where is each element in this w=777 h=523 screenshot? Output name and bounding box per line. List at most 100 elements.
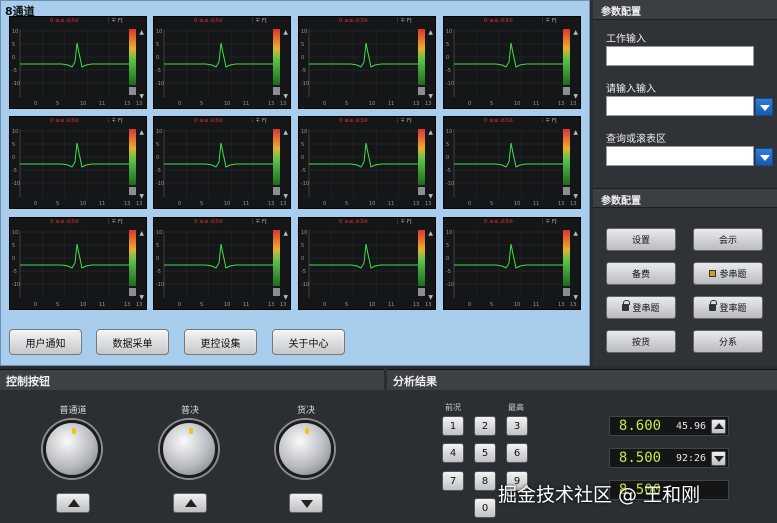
svg-text:-5: -5 <box>156 168 161 174</box>
scope-channel-4: 10 5 0 -5 -10 0 5 10 11 13 13 0 ≥≤.⊘3⊘ ⋮∓ F⁅ ▲ ▼ <box>443 16 581 109</box>
enter-input-label: 请输入输入 <box>606 84 656 95</box>
level-meter <box>418 129 425 185</box>
scope-status: 0 ≥≤.⊘3⊘ <box>194 18 223 24</box>
scroll-down-icon[interactable]: ▼ <box>428 93 433 100</box>
svg-text:0: 0 <box>468 101 471 107</box>
svg-text:0: 0 <box>34 302 37 308</box>
scope-channel-6: 10 5 0 -5 -10 0 5 10 11 13 13 0 ≥≤.⊘3⊘ ⋮∓ F⁅ ▲ ▼ <box>153 116 291 209</box>
config-header-2: 参数配置 <box>593 188 777 208</box>
svg-text:0: 0 <box>301 55 304 61</box>
scroll-up-icon[interactable]: ▲ <box>428 129 433 136</box>
knob-3-down-button[interactable] <box>289 493 323 513</box>
scope-status-right: ⋮∓ F⁅ <box>250 118 268 124</box>
scroll-down-icon[interactable]: ▼ <box>283 294 288 301</box>
scroll-up-icon[interactable]: ▲ <box>573 129 578 136</box>
key-4[interactable]: 4 <box>442 443 464 463</box>
scope-channel-8: 10 5 0 -5 -10 0 5 10 11 13 13 0 ≥≤.⊘3⊘ ⋮∓ F⁅ ▲ ▼ <box>443 116 581 209</box>
config-button-backup[interactable]: 备费 <box>606 262 676 285</box>
svg-text:13: 13 <box>425 302 431 308</box>
scroll-down-icon[interactable]: ▼ <box>283 193 288 200</box>
scroll-up-icon[interactable]: ▲ <box>139 129 144 136</box>
scroll-up-icon[interactable]: ▲ <box>283 230 288 237</box>
key-1[interactable]: 1 <box>442 416 464 436</box>
svg-text:11: 11 <box>388 201 394 207</box>
scroll-up-icon[interactable]: ▲ <box>428 230 433 237</box>
scroll-down-icon[interactable]: ▼ <box>428 193 433 200</box>
key-5[interactable]: 5 <box>474 443 496 463</box>
svg-text:10: 10 <box>156 230 162 236</box>
config-button-series[interactable]: 参串题 <box>693 262 763 285</box>
data-sample-button[interactable]: 数据采单 <box>96 329 169 355</box>
chevron-down-icon[interactable] <box>755 98 773 116</box>
scroll-up-icon[interactable]: ▲ <box>283 129 288 136</box>
scroll-down-icon[interactable]: ▼ <box>428 294 433 301</box>
knob-1[interactable] <box>43 420 101 478</box>
scroll-up-icon[interactable]: ▲ <box>283 29 288 36</box>
control-panel: 控制按钮 普通道 普决 货决 <box>0 369 384 523</box>
key-0[interactable]: 0 <box>474 498 496 518</box>
svg-text:11: 11 <box>99 302 105 308</box>
svg-text:13: 13 <box>268 302 274 308</box>
key-6[interactable]: 6 <box>506 443 528 463</box>
level-meter <box>563 29 570 85</box>
about-center-button[interactable]: 关于中心 <box>272 329 345 355</box>
config-button-lock-1[interactable]: 登串题 <box>606 296 676 319</box>
svg-text:0: 0 <box>156 256 159 262</box>
scroll-up-icon[interactable]: ▲ <box>139 29 144 36</box>
svg-text:-10: -10 <box>156 282 164 288</box>
svg-text:11: 11 <box>99 201 105 207</box>
readout-1-up-button[interactable] <box>711 419 726 434</box>
scroll-down-icon[interactable]: ▼ <box>139 193 144 200</box>
scope-status: 0 ≥≤.⊘3⊘ <box>484 219 513 225</box>
level-meter <box>273 129 280 185</box>
level-meter <box>129 129 136 185</box>
knob-2-up-button[interactable] <box>173 493 207 513</box>
knob-1-up-button[interactable] <box>56 493 90 513</box>
waveform-plot: 10 5 0 -5 -10 0 5 10 11 13 13 <box>446 230 576 308</box>
svg-text:10: 10 <box>369 101 375 107</box>
knob-indicator <box>305 428 309 434</box>
level-meter-base <box>129 187 136 195</box>
scroll-down-icon[interactable]: ▼ <box>283 93 288 100</box>
svg-text:13: 13 <box>570 201 576 207</box>
scroll-down-icon[interactable]: ▼ <box>573 294 578 301</box>
chevron-down-icon[interactable] <box>755 148 773 166</box>
svg-text:11: 11 <box>533 302 539 308</box>
level-meter <box>563 230 570 286</box>
scroll-up-icon[interactable]: ▲ <box>139 230 144 237</box>
svg-text:11: 11 <box>388 101 394 107</box>
knob-2[interactable] <box>160 420 218 478</box>
knob-3[interactable] <box>276 420 334 478</box>
control-settings-button[interactable]: 更控设集 <box>184 329 257 355</box>
work-input-field[interactable] <box>606 46 754 66</box>
scroll-up-icon[interactable]: ▲ <box>573 29 578 36</box>
scroll-up-icon[interactable]: ▲ <box>573 230 578 237</box>
svg-text:10: 10 <box>12 129 18 135</box>
scroll-down-icon[interactable]: ▼ <box>139 93 144 100</box>
svg-text:13: 13 <box>136 302 142 308</box>
control-panel-title: 控制按钮 <box>0 370 384 390</box>
scroll-down-icon[interactable]: ▼ <box>573 93 578 100</box>
enter-input-select[interactable] <box>606 96 773 116</box>
key-8[interactable]: 8 <box>474 471 496 491</box>
waveform-plot: 10 5 0 -5 -10 0 5 10 11 13 13 <box>156 29 286 107</box>
level-meter <box>273 230 280 286</box>
svg-text:10: 10 <box>369 201 375 207</box>
config-button-lock-2[interactable]: 登率题 <box>693 296 763 319</box>
scroll-down-icon[interactable]: ▼ <box>573 193 578 200</box>
key-2[interactable]: 2 <box>474 416 496 436</box>
config-button-show[interactable]: 会示 <box>693 228 763 251</box>
query-select[interactable] <box>606 146 773 166</box>
config-button-goods[interactable]: 按货 <box>606 330 676 353</box>
scroll-up-icon[interactable]: ▲ <box>428 29 433 36</box>
config-button-system[interactable]: 分系 <box>693 330 763 353</box>
scroll-down-icon[interactable]: ▼ <box>139 294 144 301</box>
user-notice-button[interactable]: 用户通知 <box>9 329 82 355</box>
level-meter <box>418 230 425 286</box>
scope-status-right: ⋮∓ F⁅ <box>250 18 268 24</box>
readout-2-down-button[interactable] <box>711 451 726 466</box>
level-meter-base <box>418 87 425 95</box>
config-button-set[interactable]: 设置 <box>606 228 676 251</box>
key-3[interactable]: 3 <box>506 416 528 436</box>
key-7[interactable]: 7 <box>442 471 464 491</box>
